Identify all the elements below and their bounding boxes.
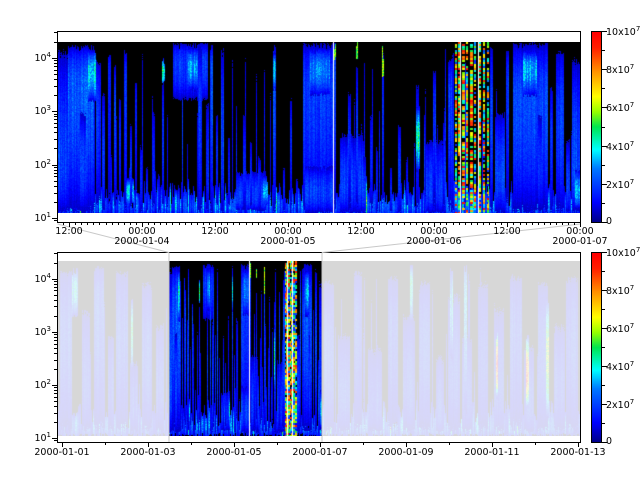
y-tick-label-exponent: 1: [47, 211, 51, 219]
colorbar-tick-label-exponent: 7: [630, 63, 634, 71]
colorbar-tick-label-text: 10x10: [606, 248, 636, 259]
x-tick-label: 2000-01-11: [464, 448, 519, 458]
colorbar-tick-label-exponent: 7: [630, 360, 634, 368]
colorbar-tick-label-text: 6x10: [606, 324, 630, 335]
colorbar-tick-label-text: 4x10: [606, 142, 630, 153]
y-tick-label: 103: [3, 326, 51, 338]
y-tick-label: 102: [3, 159, 51, 171]
x-tick-label: 12:00: [201, 227, 228, 237]
colorbar-tick-label: 6x107: [606, 323, 634, 335]
colorbar-tick-label-exponent: 7: [630, 284, 634, 292]
y-tick-label-exponent: 1: [47, 431, 51, 439]
x-tick-label: 2000-01-09: [378, 448, 433, 458]
colorbar-tick-label-exponent: 7: [630, 101, 634, 109]
x-tick-label: 2000-01-05: [206, 448, 261, 458]
x-tick-label: 2000-01-01: [34, 448, 89, 458]
colorbar-tick-label-exponent: 7: [636, 25, 640, 33]
colorbar-tick-label: 2x107: [606, 399, 634, 411]
colorbar-tick-label-exponent: 7: [636, 246, 640, 254]
y-tick-label: 101: [3, 432, 51, 444]
colorbar-tick-label-text: 8x10: [606, 65, 630, 76]
y-tick-label-exponent: 4: [47, 51, 51, 59]
x-tick-label: 12:00: [347, 227, 374, 237]
x-tick-label-text: 2000-01-07: [292, 447, 347, 458]
x-tick-label-text: 12:00: [55, 226, 82, 237]
colorbar-tick-label: 0: [606, 437, 612, 447]
spectrogram-figure: 12:0000:002000-01-0412:0000:002000-01-05…: [0, 0, 640, 480]
x-date-label: 2000-01-04: [114, 237, 169, 247]
x-tick-label-text: 12:00: [201, 226, 228, 237]
x-date-label-text: 2000-01-07: [552, 236, 607, 247]
y-tick-label-text: 10: [34, 327, 46, 338]
x-date-label-text: 2000-01-05: [260, 236, 315, 247]
colorbar-tick-label-exponent: 7: [630, 178, 634, 186]
y-tick-label-exponent: 3: [47, 104, 51, 112]
y-tick-label-text: 10: [34, 274, 46, 285]
y-tick-label: 103: [3, 105, 51, 117]
colorbar-tick-label-text: 6x10: [606, 103, 630, 114]
y-tick-label-text: 10: [34, 380, 46, 391]
x-tick-label-text: 2000-01-01: [34, 447, 89, 458]
colorbar-tick-label-text: 2x10: [606, 180, 630, 191]
x-tick-label: 12:00: [493, 227, 520, 237]
x-date-label: 2000-01-06: [406, 237, 461, 247]
colorbar-tick-label-exponent: 7: [630, 140, 634, 148]
y-tick-label-text: 10: [34, 160, 46, 171]
colorbar-tick-label-text: 0: [606, 216, 612, 227]
x-tick-label: 12:00: [55, 227, 82, 237]
x-tick-label-text: 12:00: [493, 226, 520, 237]
x-tick-label: 2000-01-03: [120, 448, 175, 458]
x-date-label-text: 2000-01-04: [114, 236, 169, 247]
x-tick-label-text: 12:00: [347, 226, 374, 237]
colorbar-tick-label-text: 8x10: [606, 286, 630, 297]
x-tick-label-text: 2000-01-03: [120, 447, 175, 458]
y-tick-label-exponent: 3: [47, 325, 51, 333]
colorbar-tick-label: 4x107: [606, 141, 634, 153]
colorbar-tick-label: 2x107: [606, 179, 634, 191]
y-tick-label-exponent: 2: [47, 158, 51, 166]
tick-labels-layer: 12:0000:002000-01-0412:0000:002000-01-05…: [0, 0, 640, 480]
colorbar-tick-label-exponent: 7: [630, 322, 634, 330]
colorbar-tick-label-text: 4x10: [606, 362, 630, 373]
colorbar-tick-label: 0: [606, 217, 612, 227]
y-tick-label-text: 10: [34, 433, 46, 444]
x-tick-label-text: 2000-01-09: [378, 447, 433, 458]
y-tick-label: 101: [3, 212, 51, 224]
x-date-label: 2000-01-07: [552, 237, 607, 247]
x-tick-label-text: 2000-01-11: [464, 447, 519, 458]
y-tick-label: 104: [3, 52, 51, 64]
colorbar-tick-label: 8x107: [606, 285, 634, 297]
x-date-label-text: 2000-01-06: [406, 236, 461, 247]
colorbar-tick-label: 10x107: [606, 247, 640, 259]
y-tick-label-exponent: 2: [47, 378, 51, 386]
colorbar-tick-label: 8x107: [606, 64, 634, 76]
x-tick-label-text: 2000-01-13: [550, 447, 605, 458]
colorbar-tick-label: 6x107: [606, 102, 634, 114]
x-tick-label: 2000-01-07: [292, 448, 347, 458]
y-tick-label-text: 10: [34, 213, 46, 224]
y-tick-label-exponent: 4: [47, 272, 51, 280]
colorbar-tick-label-exponent: 7: [630, 398, 634, 406]
x-date-label: 2000-01-05: [260, 237, 315, 247]
colorbar-tick-label-text: 0: [606, 436, 612, 447]
x-tick-label: 2000-01-13: [550, 448, 605, 458]
colorbar-tick-label-text: 10x10: [606, 27, 636, 38]
y-tick-label: 102: [3, 379, 51, 391]
y-tick-label: 104: [3, 273, 51, 285]
y-tick-label-text: 10: [34, 106, 46, 117]
colorbar-tick-label: 4x107: [606, 361, 634, 373]
colorbar-tick-label-text: 2x10: [606, 400, 630, 411]
y-tick-label-text: 10: [34, 53, 46, 64]
x-tick-label-text: 2000-01-05: [206, 447, 261, 458]
colorbar-tick-label: 10x107: [606, 26, 640, 38]
